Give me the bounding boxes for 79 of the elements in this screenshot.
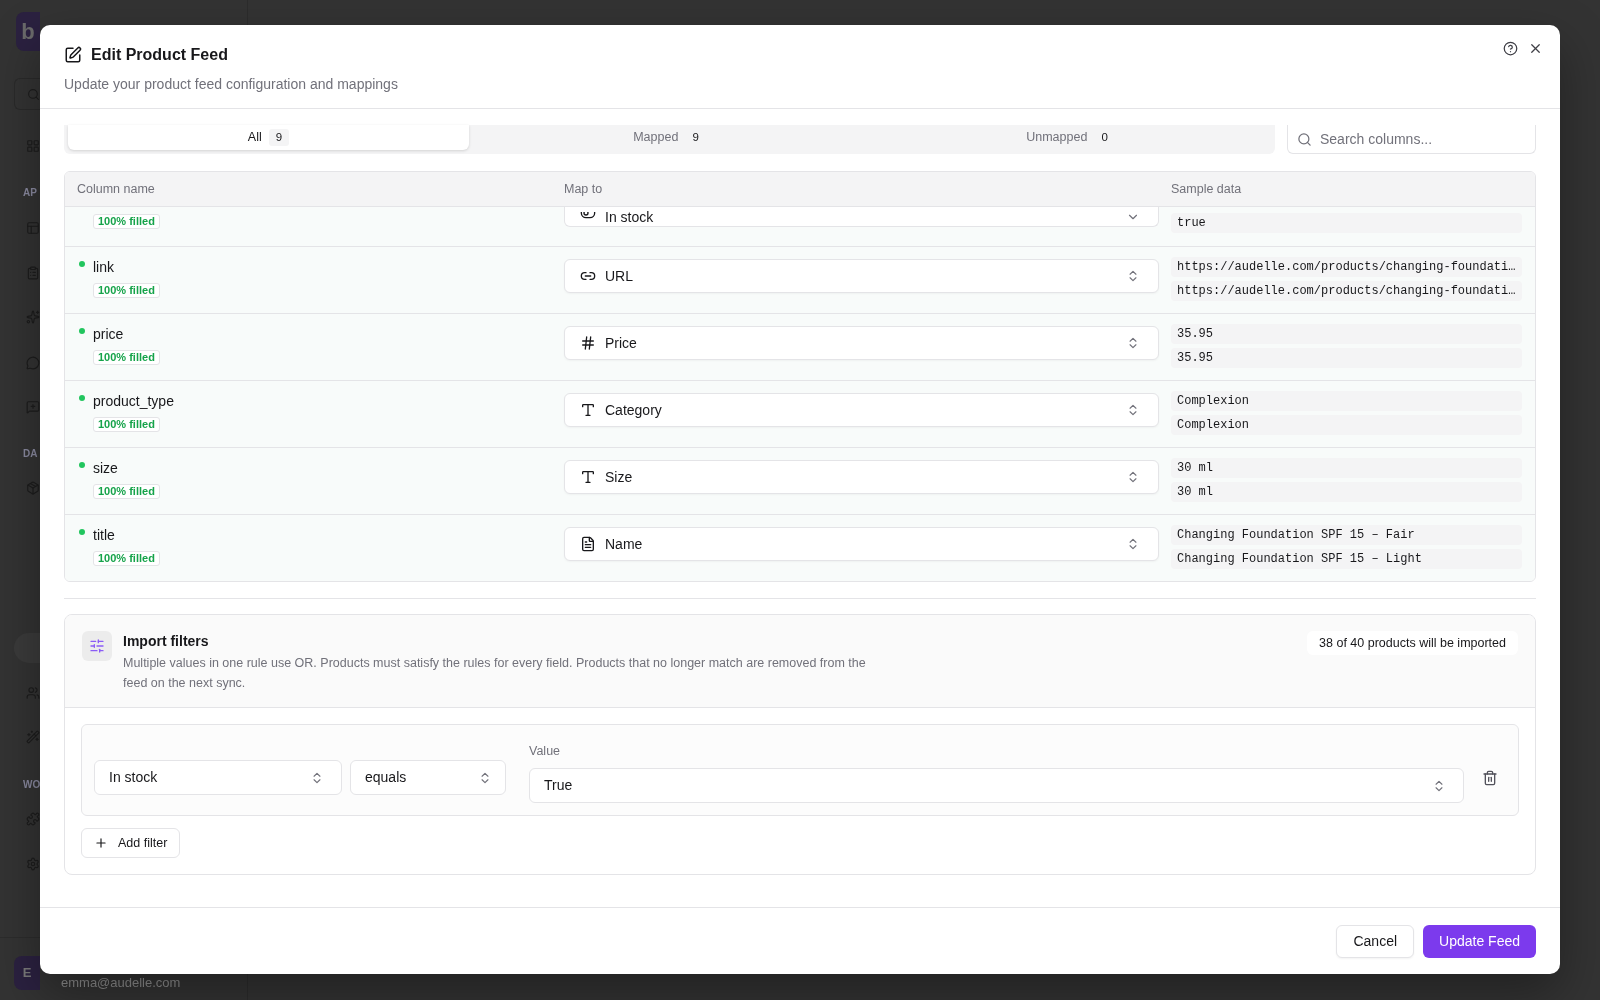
mapping-select[interactable]: URL <box>564 259 1159 293</box>
mapping-select[interactable]: Price <box>564 326 1159 360</box>
plus-icon <box>94 836 108 850</box>
column-header: Sample data <box>1171 180 1242 198</box>
sample-value: 30 ml <box>1171 458 1522 478</box>
logo-tile: b <box>16 12 40 51</box>
filters-description: Multiple values in one rule use OR. Products must satisfy the rules for every field. Products that no longer match are removed from the feed on the next sync. <box>123 655 867 692</box>
search-icon <box>1297 132 1312 147</box>
fill-badge: 100% filled <box>93 350 160 365</box>
column-header: Map to <box>564 180 603 198</box>
message-icon[interactable] <box>26 356 40 370</box>
dialog-title: Edit Product Feed <box>91 45 228 65</box>
sample-value: 35.95 <box>1171 348 1522 368</box>
help-icon[interactable] <box>1503 41 1518 56</box>
trash-icon[interactable] <box>1482 770 1498 786</box>
sample-value: 35.95 <box>1171 324 1522 344</box>
edit-icon <box>64 46 82 64</box>
toggle-icon <box>580 212 596 221</box>
section-label: WO <box>23 778 41 791</box>
mapping-select[interactable]: Category <box>564 393 1159 427</box>
hash-icon <box>580 335 596 351</box>
mapping-select[interactable]: Name <box>564 527 1159 561</box>
fill-badge: 100% filled <box>93 551 160 566</box>
document-icon <box>580 536 596 552</box>
text-type-icon <box>580 402 596 418</box>
tab-count: 9 <box>268 129 290 146</box>
sample-value: Complexion <box>1171 391 1522 411</box>
add-filter-button[interactable]: Add filter <box>81 828 181 858</box>
import-count-badge: 38 of 40 products will be imported <box>1307 631 1518 655</box>
column-name: product_type <box>93 392 174 411</box>
text-type-icon <box>580 469 596 485</box>
operator-select[interactable]: equals <box>350 760 506 795</box>
sample-value: true <box>1171 213 1522 233</box>
sidebar-card <box>14 633 40 663</box>
sparkles-icon[interactable] <box>26 310 40 324</box>
tab[interactable]: Unmapped 0 <box>870 125 1271 150</box>
value-label: Value <box>529 744 561 758</box>
layout-icon[interactable] <box>26 221 40 235</box>
tab-count: 9 <box>691 129 700 145</box>
column-name: link <box>93 258 114 277</box>
section-label: DA <box>23 447 38 460</box>
fill-badge: 100% filled <box>93 214 160 229</box>
dialog-subtitle: Update your product feed configuration and mappings <box>64 75 398 94</box>
puzzle-icon[interactable] <box>26 812 40 826</box>
column-name: price <box>93 325 124 344</box>
sliders-icon <box>82 631 112 661</box>
mapping-select[interactable]: In stock <box>564 207 1159 227</box>
package-icon[interactable] <box>26 481 40 495</box>
wand-icon[interactable] <box>26 730 40 744</box>
user-email: emma@audelle.com <box>61 975 181 990</box>
value-select[interactable]: True <box>529 768 1464 803</box>
column-name: title <box>93 526 115 545</box>
column-header: Column name <box>76 180 155 198</box>
update-button[interactable]: Update Feed <box>1423 924 1536 958</box>
cancel-button[interactable]: Cancel <box>1336 924 1415 958</box>
sample-value: 30 ml <box>1171 482 1522 502</box>
fill-badge: 100% filled <box>93 417 160 432</box>
section-label: AP <box>23 186 37 199</box>
close-icon[interactable] <box>1528 41 1543 56</box>
mapping-select[interactable]: Size <box>564 460 1159 494</box>
field-select[interactable]: In stock <box>94 760 342 795</box>
sample-value: https://audelle.com/products/changing-foundati… <box>1171 257 1522 277</box>
grid-icon[interactable] <box>26 139 40 153</box>
column-name: size <box>93 459 118 478</box>
users-icon[interactable] <box>26 686 40 700</box>
settings-icon[interactable] <box>26 857 40 871</box>
sample-value: https://audelle.com/products/changing-foundati… <box>1171 281 1522 301</box>
search-icon <box>27 87 40 101</box>
filters-title: Import filters <box>123 632 209 651</box>
sample-value: Changing Foundation SPF 15 – Fair <box>1171 525 1522 545</box>
tab-count: 0 <box>1100 129 1109 145</box>
sample-value: Changing Foundation SPF 15 – Light <box>1171 549 1522 569</box>
tab[interactable]: Mapped 9 <box>469 125 870 150</box>
fill-badge: 100% filled <box>93 283 160 298</box>
tab[interactable]: All 9 <box>68 125 469 150</box>
fill-badge: 100% filled <box>93 484 160 499</box>
sample-value: Complexion <box>1171 415 1522 435</box>
message-plus-icon[interactable] <box>26 400 40 414</box>
clipboard-icon[interactable] <box>26 266 40 280</box>
